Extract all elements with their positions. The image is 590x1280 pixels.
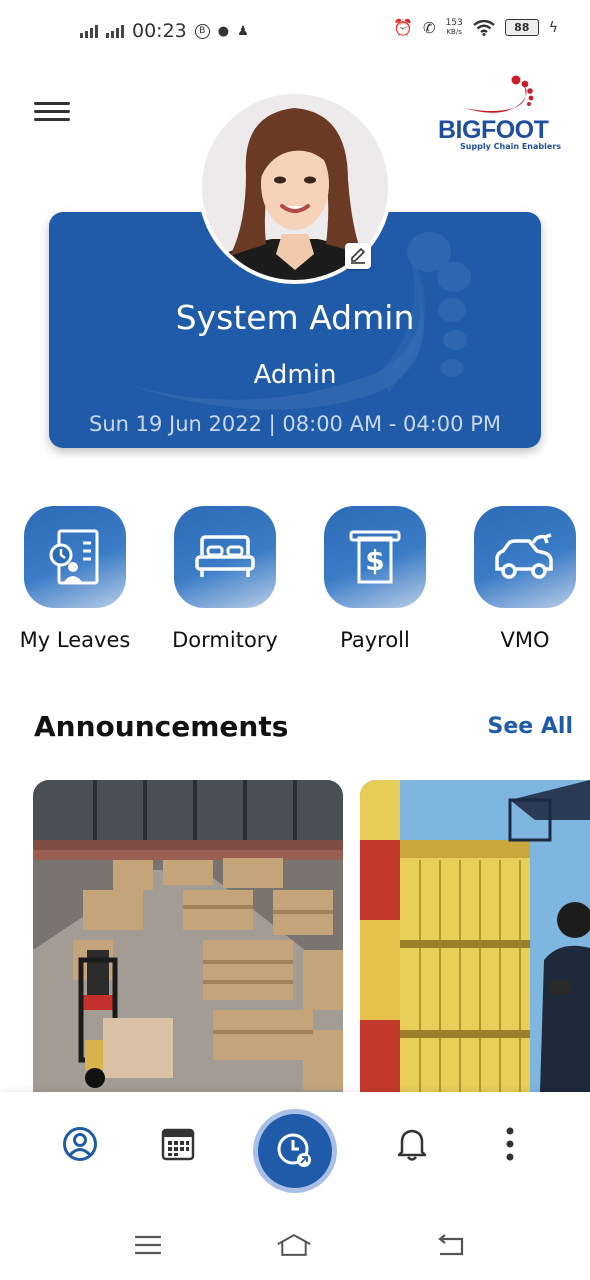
app-notification-icon: ● (217, 23, 230, 39)
bigfoot-foot-icon (464, 75, 534, 113)
car-wrench-icon (474, 506, 576, 608)
status-bar: 00:23 B ● ♟ ⏰ ✆ 153 KB/s 88 ϟ (0, 0, 590, 64)
net-speed: 153 KB/s (445, 17, 463, 37)
profile-icon[interactable] (58, 1122, 102, 1166)
quick-action-my-leaves[interactable]: My Leaves (0, 506, 150, 652)
net-speed-value: 153 (445, 17, 463, 28)
quick-action-label: VMO (500, 628, 550, 652)
battery-level: 88 (504, 19, 539, 36)
see-all-link[interactable]: See All (488, 714, 573, 739)
bell-icon[interactable] (390, 1122, 434, 1166)
announcement-card-warehouse[interactable] (33, 780, 343, 1092)
quick-action-label: My Leaves (19, 628, 131, 652)
leave-document-icon (24, 506, 126, 608)
user-name: System Admin (175, 298, 415, 337)
attendance-clock-icon (277, 1133, 311, 1167)
status-time: 00:23 (132, 20, 187, 42)
svg-text:$: $ (365, 544, 384, 577)
shipping-containers-photo (360, 780, 590, 1092)
shift-info: Sun 19 Jun 2022 | 08:00 AM - 04:00 PM (89, 412, 501, 436)
bigfoot-logo: BIGFOOT Supply Chain Enablers (434, 72, 564, 154)
home-icon[interactable] (276, 1230, 312, 1260)
back-icon[interactable] (432, 1230, 468, 1260)
hamburger-menu-icon[interactable] (34, 100, 70, 124)
edit-profile-icon[interactable] (345, 243, 371, 269)
app2-notification-icon: ♟ (237, 23, 249, 39)
quick-action-payroll[interactable]: $ Payroll (300, 506, 450, 652)
net-speed-unit: KB/s (446, 27, 462, 36)
quick-action-label: Payroll (340, 628, 410, 652)
more-vertical-icon[interactable] (488, 1122, 532, 1166)
b-notification-icon: B (194, 23, 210, 39)
alarm-icon: ⏰ (393, 18, 413, 37)
payslip-dollar-icon: $ (324, 506, 426, 608)
logo-tagline: Supply Chain Enablers (460, 142, 561, 151)
calendar-icon[interactable] (156, 1122, 200, 1166)
quick-action-vmo[interactable]: VMO (450, 506, 590, 652)
quick-action-dormitory[interactable]: Dormitory (150, 506, 300, 652)
announcement-card-containers[interactable] (360, 780, 590, 1092)
logo-text: BIGFOOT (438, 116, 549, 144)
charging-icon: ϟ (548, 19, 558, 36)
recent-apps-icon[interactable] (130, 1230, 166, 1260)
signal-2-icon (106, 24, 124, 38)
quick-action-label: Dormitory (172, 628, 278, 652)
announcements-heading: Announcements (34, 710, 289, 743)
attendance-clock-button[interactable] (258, 1114, 332, 1188)
warehouse-photo (33, 780, 343, 1092)
wifi-call-icon: ✆ (422, 18, 436, 37)
bottom-navigation (0, 1092, 590, 1220)
system-navigation-bar (0, 1212, 590, 1280)
bed-icon (174, 506, 276, 608)
wifi-icon (473, 19, 495, 36)
user-role: Admin (253, 360, 337, 390)
signal-1-icon (80, 24, 98, 38)
